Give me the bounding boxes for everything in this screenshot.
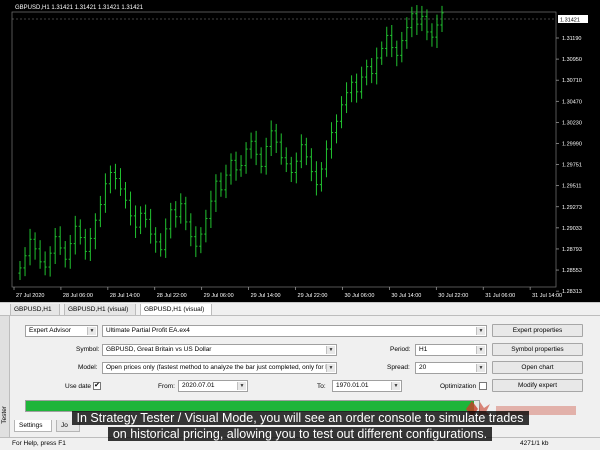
chevron-down-icon: ▼: [476, 364, 485, 372]
to-label: To:: [317, 383, 326, 390]
tester-type-value: Expert Advisor: [29, 327, 71, 334]
price-label: 1.30230: [562, 120, 582, 126]
time-label: 30 Jul 22:00: [438, 293, 468, 299]
calendar-dropdown-icon: ▼: [237, 382, 246, 390]
time-label: 31 Jul 06:00: [485, 293, 515, 299]
model-label: Model:: [78, 364, 98, 371]
open-chart-button[interactable]: Open chart: [492, 361, 583, 374]
time-label: 28 Jul 06:00: [63, 293, 93, 299]
chart-canvas: 1.31190 1.30950 1.30710 1.30470 1.30230 1.299…: [11, 5, 588, 299]
price-label: 1.31190: [562, 36, 581, 42]
spread-value: 20: [419, 364, 427, 371]
symbol-properties-button[interactable]: Symbol properties: [492, 343, 583, 356]
price-label: 1.30950: [562, 57, 582, 63]
from-label: From:: [158, 383, 175, 390]
chart-tabs: GBPUSD,H1 GBPUSD,H1 (visual) GBPUSD,H1 (…: [0, 302, 600, 316]
spread-select[interactable]: 20 ▼: [415, 362, 487, 374]
time-label: 30 Jul 14:00: [391, 293, 421, 299]
expert-properties-button[interactable]: Expert properties: [492, 324, 583, 337]
tester-type-select[interactable]: Expert Advisor ▼: [25, 325, 98, 337]
last-price-label: 1.31421: [560, 18, 580, 24]
price-label: 1.28313: [562, 289, 582, 295]
from-date-value: 2020.07.01: [182, 382, 215, 389]
plot-frame: [11, 11, 557, 288]
time-label: 28 Jul 14:00: [110, 293, 140, 299]
time-label: 31 Jul 14:00: [532, 293, 562, 299]
time-label: 29 Jul 14:00: [251, 293, 281, 299]
chevron-down-icon: ▼: [87, 327, 96, 335]
mt4-window: 1.31190 1.30950 1.30710 1.30470 1.30230 1.299…: [0, 0, 600, 450]
symbol-value: GBPUSD, Great Britain vs US Dollar: [106, 346, 212, 353]
time-label: 28 Jul 22:00: [157, 293, 187, 299]
price-label: 1.29033: [562, 226, 582, 232]
calendar-dropdown-icon: ▼: [391, 382, 400, 390]
price-label: 1.28553: [562, 268, 582, 274]
period-value: H1: [419, 346, 428, 353]
from-date-input[interactable]: 2020.07.01 ▼: [178, 380, 248, 392]
price-label: 1.30710: [562, 78, 582, 84]
optimization-label: Optimization: [440, 383, 477, 390]
chart-info-label: GBPUSD,H1 1.31421 1.31421 1.31421 1.3142…: [15, 5, 144, 11]
period-label: Period:: [390, 346, 411, 353]
expert-advisor-value: Ultimate Partial Profit EA.ex4: [106, 327, 190, 334]
price-chart[interactable]: 1.31190 1.30950 1.30710 1.30470 1.30230 1.299…: [0, 0, 600, 302]
time-label: 29 Jul 22:00: [298, 293, 328, 299]
symbol-label: Symbol:: [76, 346, 100, 353]
period-select[interactable]: H1 ▼: [415, 344, 487, 356]
to-date-input[interactable]: 1970.01.01 ▼: [332, 380, 402, 392]
optimization-checkbox[interactable]: [479, 382, 487, 390]
price-label: 1.29273: [562, 205, 582, 211]
time-label: 27 Jul 2020: [16, 293, 44, 299]
symbol-select[interactable]: GBPUSD, Great Britain vs US Dollar ▼: [102, 344, 337, 356]
price-label: 1.29751: [562, 163, 582, 169]
price-label: 1.29990: [562, 141, 582, 147]
model-select[interactable]: Open prices only (fastest method to anal…: [102, 362, 337, 374]
price-label: 1.30470: [562, 99, 582, 105]
video-caption: In Strategy Tester / Visual Mode, you wi…: [0, 410, 600, 442]
expert-advisor-select[interactable]: Ultimate Partial Profit EA.ex4 ▼: [102, 325, 487, 337]
caption-line-1: In Strategy Tester / Visual Mode, you wi…: [71, 411, 529, 425]
chevron-down-icon: ▼: [476, 327, 485, 335]
caption-line-2: on historical pricing, allowing you to t…: [107, 427, 493, 441]
price-label: 1.29511: [562, 184, 581, 190]
price-label: 1.28793: [562, 247, 582, 253]
use-date-label: Use date: [65, 383, 92, 390]
time-label: 30 Jul 06:00: [344, 293, 374, 299]
model-value: Open prices only (fastest method to anal…: [106, 364, 330, 371]
modify-expert-button[interactable]: Modify expert: [492, 379, 583, 392]
chevron-down-icon: ▼: [326, 346, 335, 354]
use-date-checkbox[interactable]: ✔: [93, 382, 101, 390]
to-date-value: 1970.01.01: [336, 382, 369, 389]
spread-label: Spread:: [387, 364, 410, 371]
chevron-down-icon: ▼: [326, 364, 335, 372]
chevron-down-icon: ▼: [476, 346, 485, 354]
time-label: 29 Jul 06:00: [204, 293, 234, 299]
